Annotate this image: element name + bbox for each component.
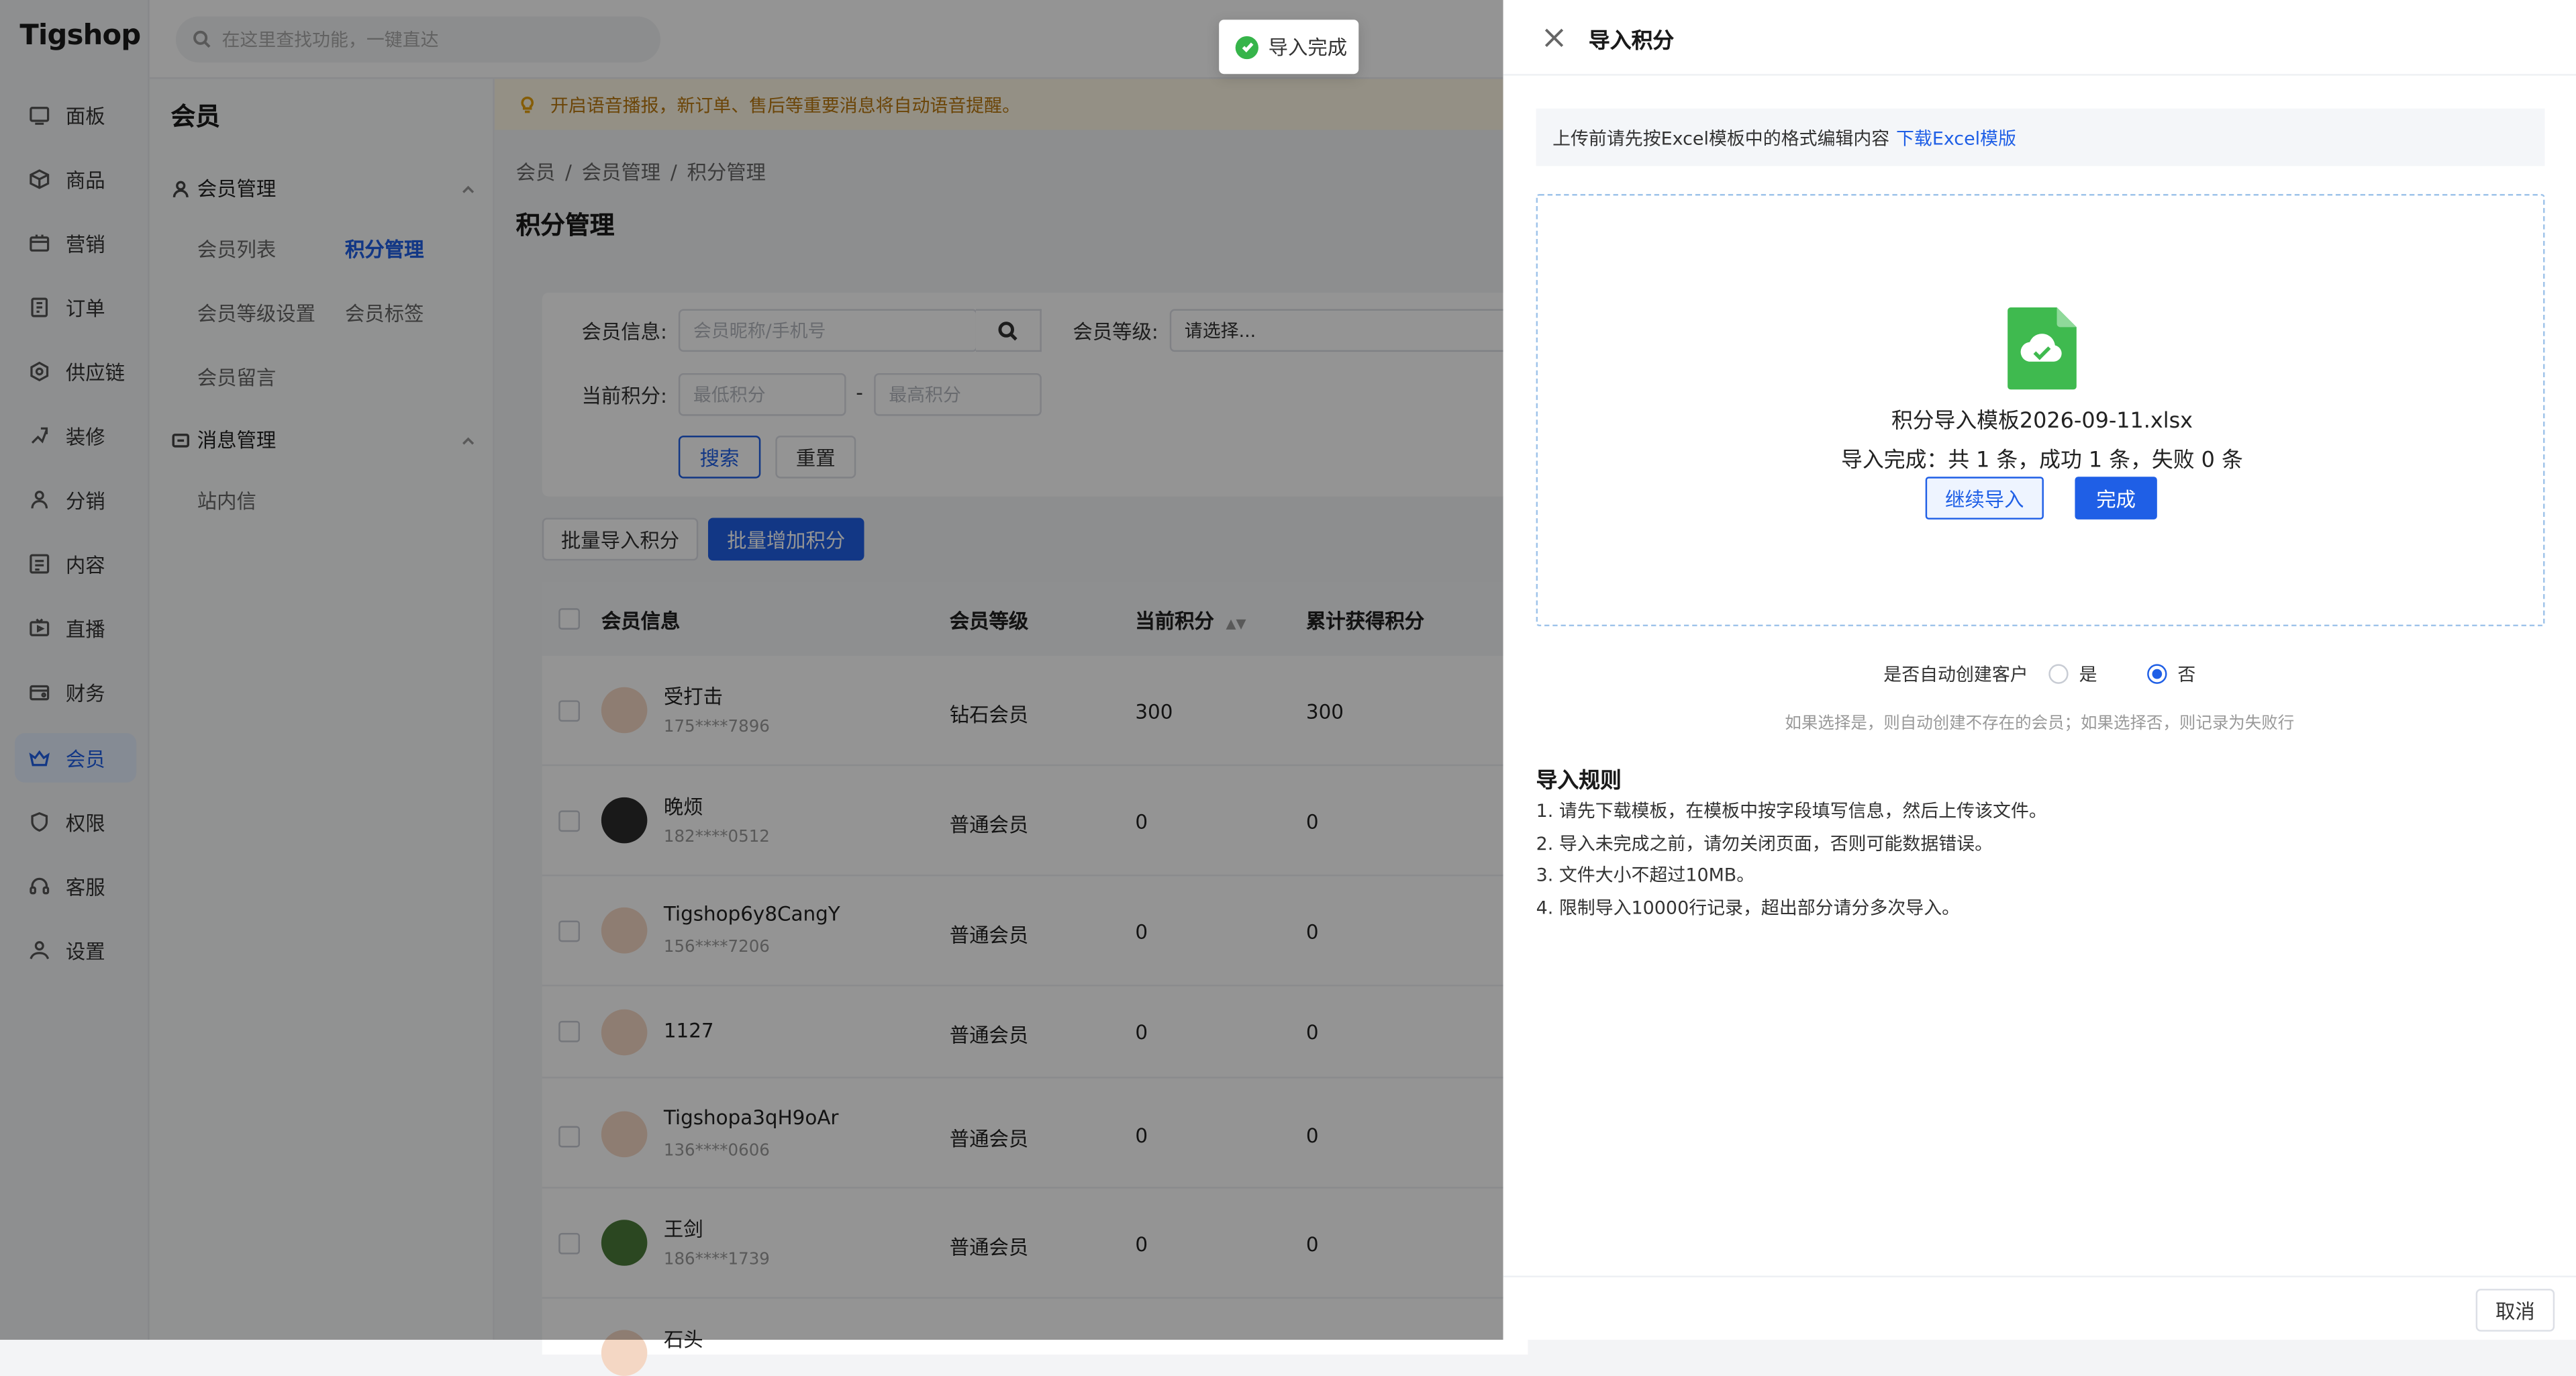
import-points-drawer: 导入积分 上传前请先按Excel模板中的格式编辑内容 下载Excel模版 积分导… bbox=[1503, 0, 2576, 1340]
excel-file-icon bbox=[2008, 307, 2077, 390]
success-check-icon bbox=[1235, 35, 1258, 58]
radio-no[interactable] bbox=[2146, 664, 2167, 684]
drawer-footer: 取消 bbox=[1503, 1275, 2576, 1340]
cancel-button[interactable]: 取消 bbox=[2475, 1289, 2555, 1332]
drawer-title: 导入积分 bbox=[1588, 30, 1675, 54]
rule-item: 4. 限制导入10000行记录，超出部分请分多次导入。 bbox=[1536, 897, 1961, 920]
tip-text: 上传前请先按Excel模板中的格式编辑内容 bbox=[1552, 127, 1890, 149]
rule-item: 3. 文件大小不超过10MB。 bbox=[1536, 865, 1755, 887]
close-icon[interactable] bbox=[1542, 25, 1565, 48]
success-toast: 导入完成 bbox=[1219, 19, 1359, 75]
toast-text: 导入完成 bbox=[1268, 36, 1348, 60]
drawer-header: 导入积分 bbox=[1503, 0, 2576, 76]
import-rules-title: 导入规则 bbox=[1536, 769, 1622, 794]
continue-import-button[interactable]: 继续导入 bbox=[1925, 477, 2044, 520]
import-result-text: 导入完成：共 1 条，成功 1 条，失败 0 条 bbox=[1841, 448, 2243, 474]
template-tip: 上传前请先按Excel模板中的格式编辑内容 下载Excel模版 bbox=[1536, 108, 2545, 166]
radio-no-label[interactable]: 否 bbox=[2177, 661, 2195, 687]
radio-yes[interactable] bbox=[2048, 664, 2068, 684]
rule-item: 1. 请先下载模板，在模板中按字段填写信息，然后上传该文件。 bbox=[1536, 800, 2047, 822]
uploaded-file-name: 积分导入模板2026-09-11.xlsx bbox=[1891, 409, 2193, 434]
modal-overlay[interactable] bbox=[0, 0, 1503, 1340]
rule-item: 2. 导入未完成之前，请勿关闭页面，否则可能数据错误。 bbox=[1536, 833, 1993, 855]
auto-create-hint: 如果选择是，则自动创建不存在的会员；如果选择否，则记录为失败行 bbox=[1785, 715, 2295, 734]
auto-create-customer-option: 是否自动创建客户 是 否 bbox=[1503, 661, 2576, 687]
download-template-link[interactable]: 下载Excel模版 bbox=[1896, 124, 2016, 150]
auto-create-label: 是否自动创建客户 bbox=[1883, 664, 2028, 686]
upload-dropzone[interactable]: 积分导入模板2026-09-11.xlsx 导入完成：共 1 条，成功 1 条，… bbox=[1536, 193, 2545, 627]
radio-yes-label[interactable]: 是 bbox=[2079, 661, 2097, 687]
done-button[interactable]: 完成 bbox=[2075, 477, 2157, 520]
